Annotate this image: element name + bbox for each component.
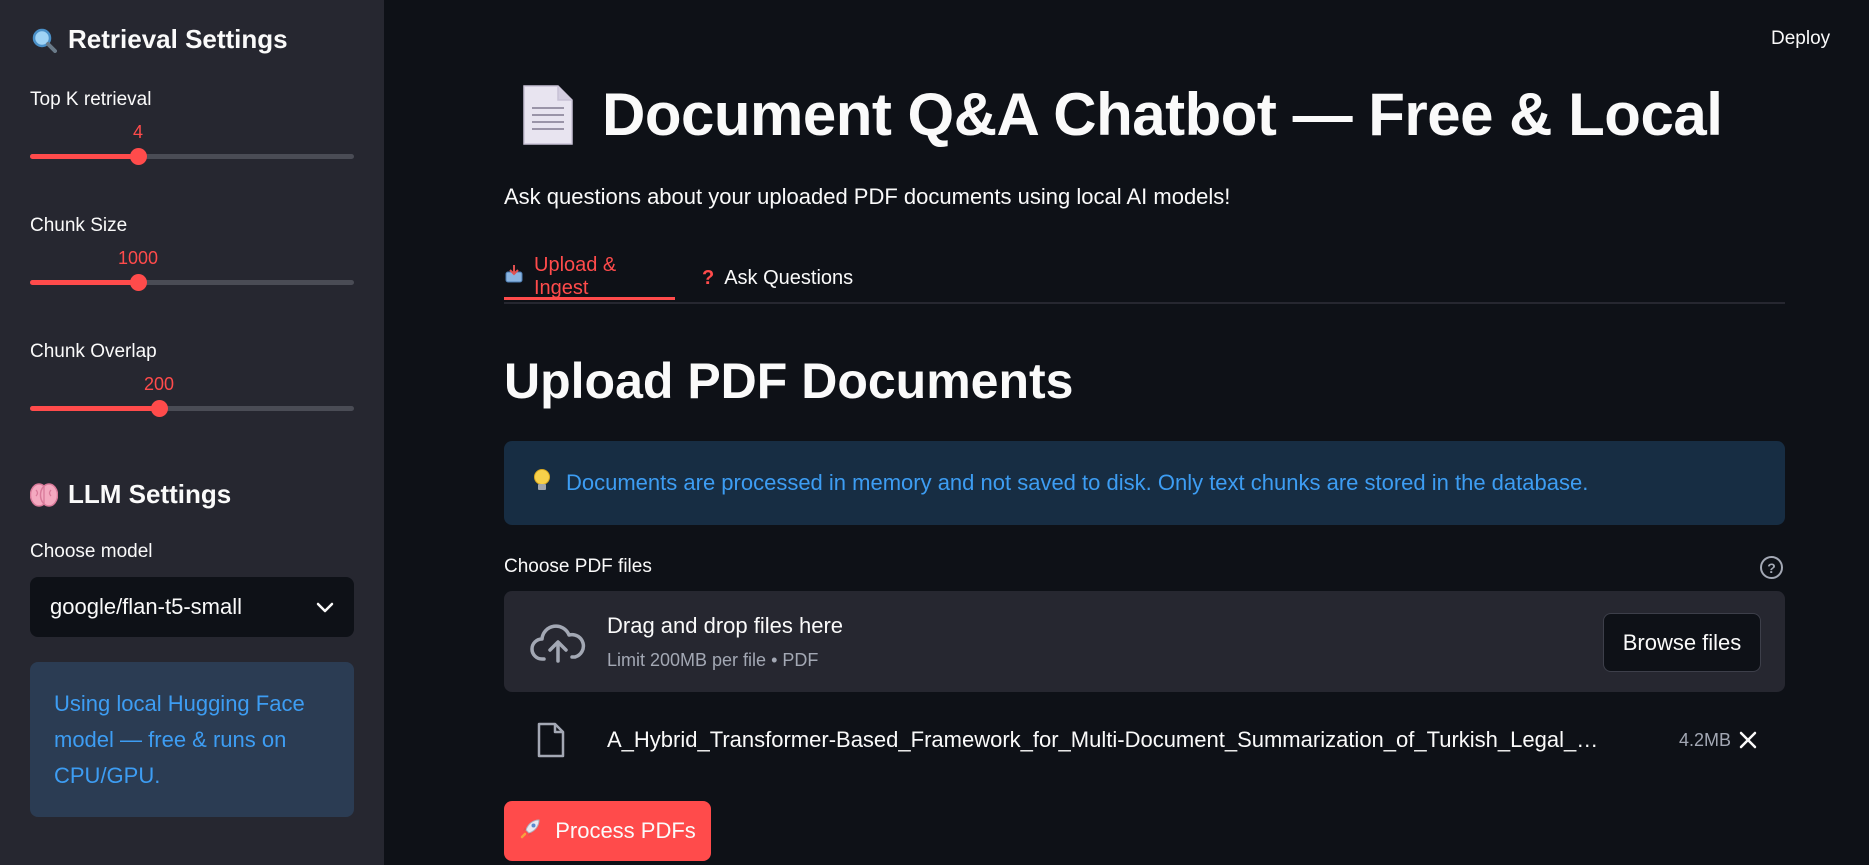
brain-icon: [30, 481, 58, 509]
retrieval-settings-title: Retrieval Settings: [68, 24, 288, 54]
process-pdfs-button[interactable]: Process PDFs: [504, 801, 711, 861]
llm-settings-heading: LLM Settings: [30, 479, 231, 510]
deploy-button[interactable]: Deploy: [1771, 28, 1830, 50]
slider-thumb[interactable]: [151, 400, 168, 417]
retrieval-settings-heading: Retrieval Settings: [30, 24, 288, 55]
chunk-size-label: Chunk Size: [30, 215, 128, 236]
question-mark-icon: ?: [702, 266, 715, 289]
chunk-size-slider[interactable]: 1000: [30, 248, 354, 291]
magnifier-icon: [30, 26, 58, 54]
close-icon[interactable]: [1734, 726, 1762, 754]
help-icon[interactable]: ?: [1760, 556, 1783, 579]
tab-ask-questions-label: Ask Questions: [724, 266, 854, 289]
slider-value: 4: [132, 122, 144, 142]
slider-fill: [30, 406, 159, 411]
model-info-text: Using local Hugging Face model — free & …: [54, 691, 305, 788]
tab-upload-ingest[interactable]: Upload & Ingest: [504, 253, 675, 300]
file-name: A_Hybrid_Transformer-Based_Framework_for…: [607, 727, 1607, 752]
model-select[interactable]: google/flan-t5-small: [30, 577, 354, 637]
file-icon: [537, 722, 565, 758]
model-info-box: Using local Hugging Face model — free & …: [30, 662, 354, 817]
process-pdfs-label: Process PDFs: [555, 818, 696, 843]
document-icon: [518, 84, 576, 146]
inbox-tray-icon: [504, 264, 524, 290]
dropzone-title: Drag and drop files here: [607, 613, 844, 638]
slider-thumb[interactable]: [130, 148, 147, 165]
top-k-slider[interactable]: 4: [30, 122, 354, 165]
page-subtitle: Ask questions about your uploaded PDF do…: [504, 184, 1231, 209]
cloud-upload-icon: [530, 621, 586, 663]
uploader-label: Choose PDF files: [504, 556, 652, 577]
page-title: Document Q&A Chatbot — Free & Local: [518, 80, 1723, 149]
slider-value: 200: [143, 374, 175, 394]
slider-fill: [30, 280, 138, 285]
slider-thumb[interactable]: [130, 274, 147, 291]
lightbulb-icon: [532, 468, 552, 498]
sidebar: Retrieval Settings Top K retrieval 4 Chu…: [0, 0, 384, 865]
file-size: 4.2MB: [1679, 730, 1732, 750]
rocket-icon: [519, 816, 543, 846]
uploaded-file-row: A_Hybrid_Transformer-Based_Framework_for…: [504, 718, 1785, 764]
model-label: Choose model: [30, 541, 153, 562]
slider-fill: [30, 154, 138, 159]
chunk-overlap-slider[interactable]: 200: [30, 374, 354, 417]
tab-bar: Upload & Ingest ? Ask Questions: [504, 254, 1785, 304]
llm-settings-title: LLM Settings: [68, 479, 232, 509]
file-dropzone[interactable]: Drag and drop files here Limit 200MB per…: [504, 591, 1785, 692]
info-alert: Documents are processed in memory and no…: [504, 441, 1785, 525]
slider-value: 1000: [117, 248, 159, 268]
browse-files-button[interactable]: Browse files: [1603, 613, 1761, 672]
tab-ask-questions[interactable]: ? Ask Questions: [702, 256, 853, 300]
info-alert-text: Documents are processed in memory and no…: [566, 470, 1589, 495]
section-title: Upload PDF Documents: [504, 353, 1074, 409]
chevron-down-icon: [316, 594, 334, 620]
chunk-overlap-label: Chunk Overlap: [30, 341, 157, 362]
top-k-label: Top K retrieval: [30, 89, 152, 110]
dropzone-limit: Limit 200MB per file • PDF: [607, 650, 819, 670]
page-title-text: Document Q&A Chatbot — Free & Local: [602, 81, 1723, 148]
tab-upload-ingest-label: Upload & Ingest: [534, 253, 617, 299]
model-select-value: google/flan-t5-small: [50, 594, 242, 619]
